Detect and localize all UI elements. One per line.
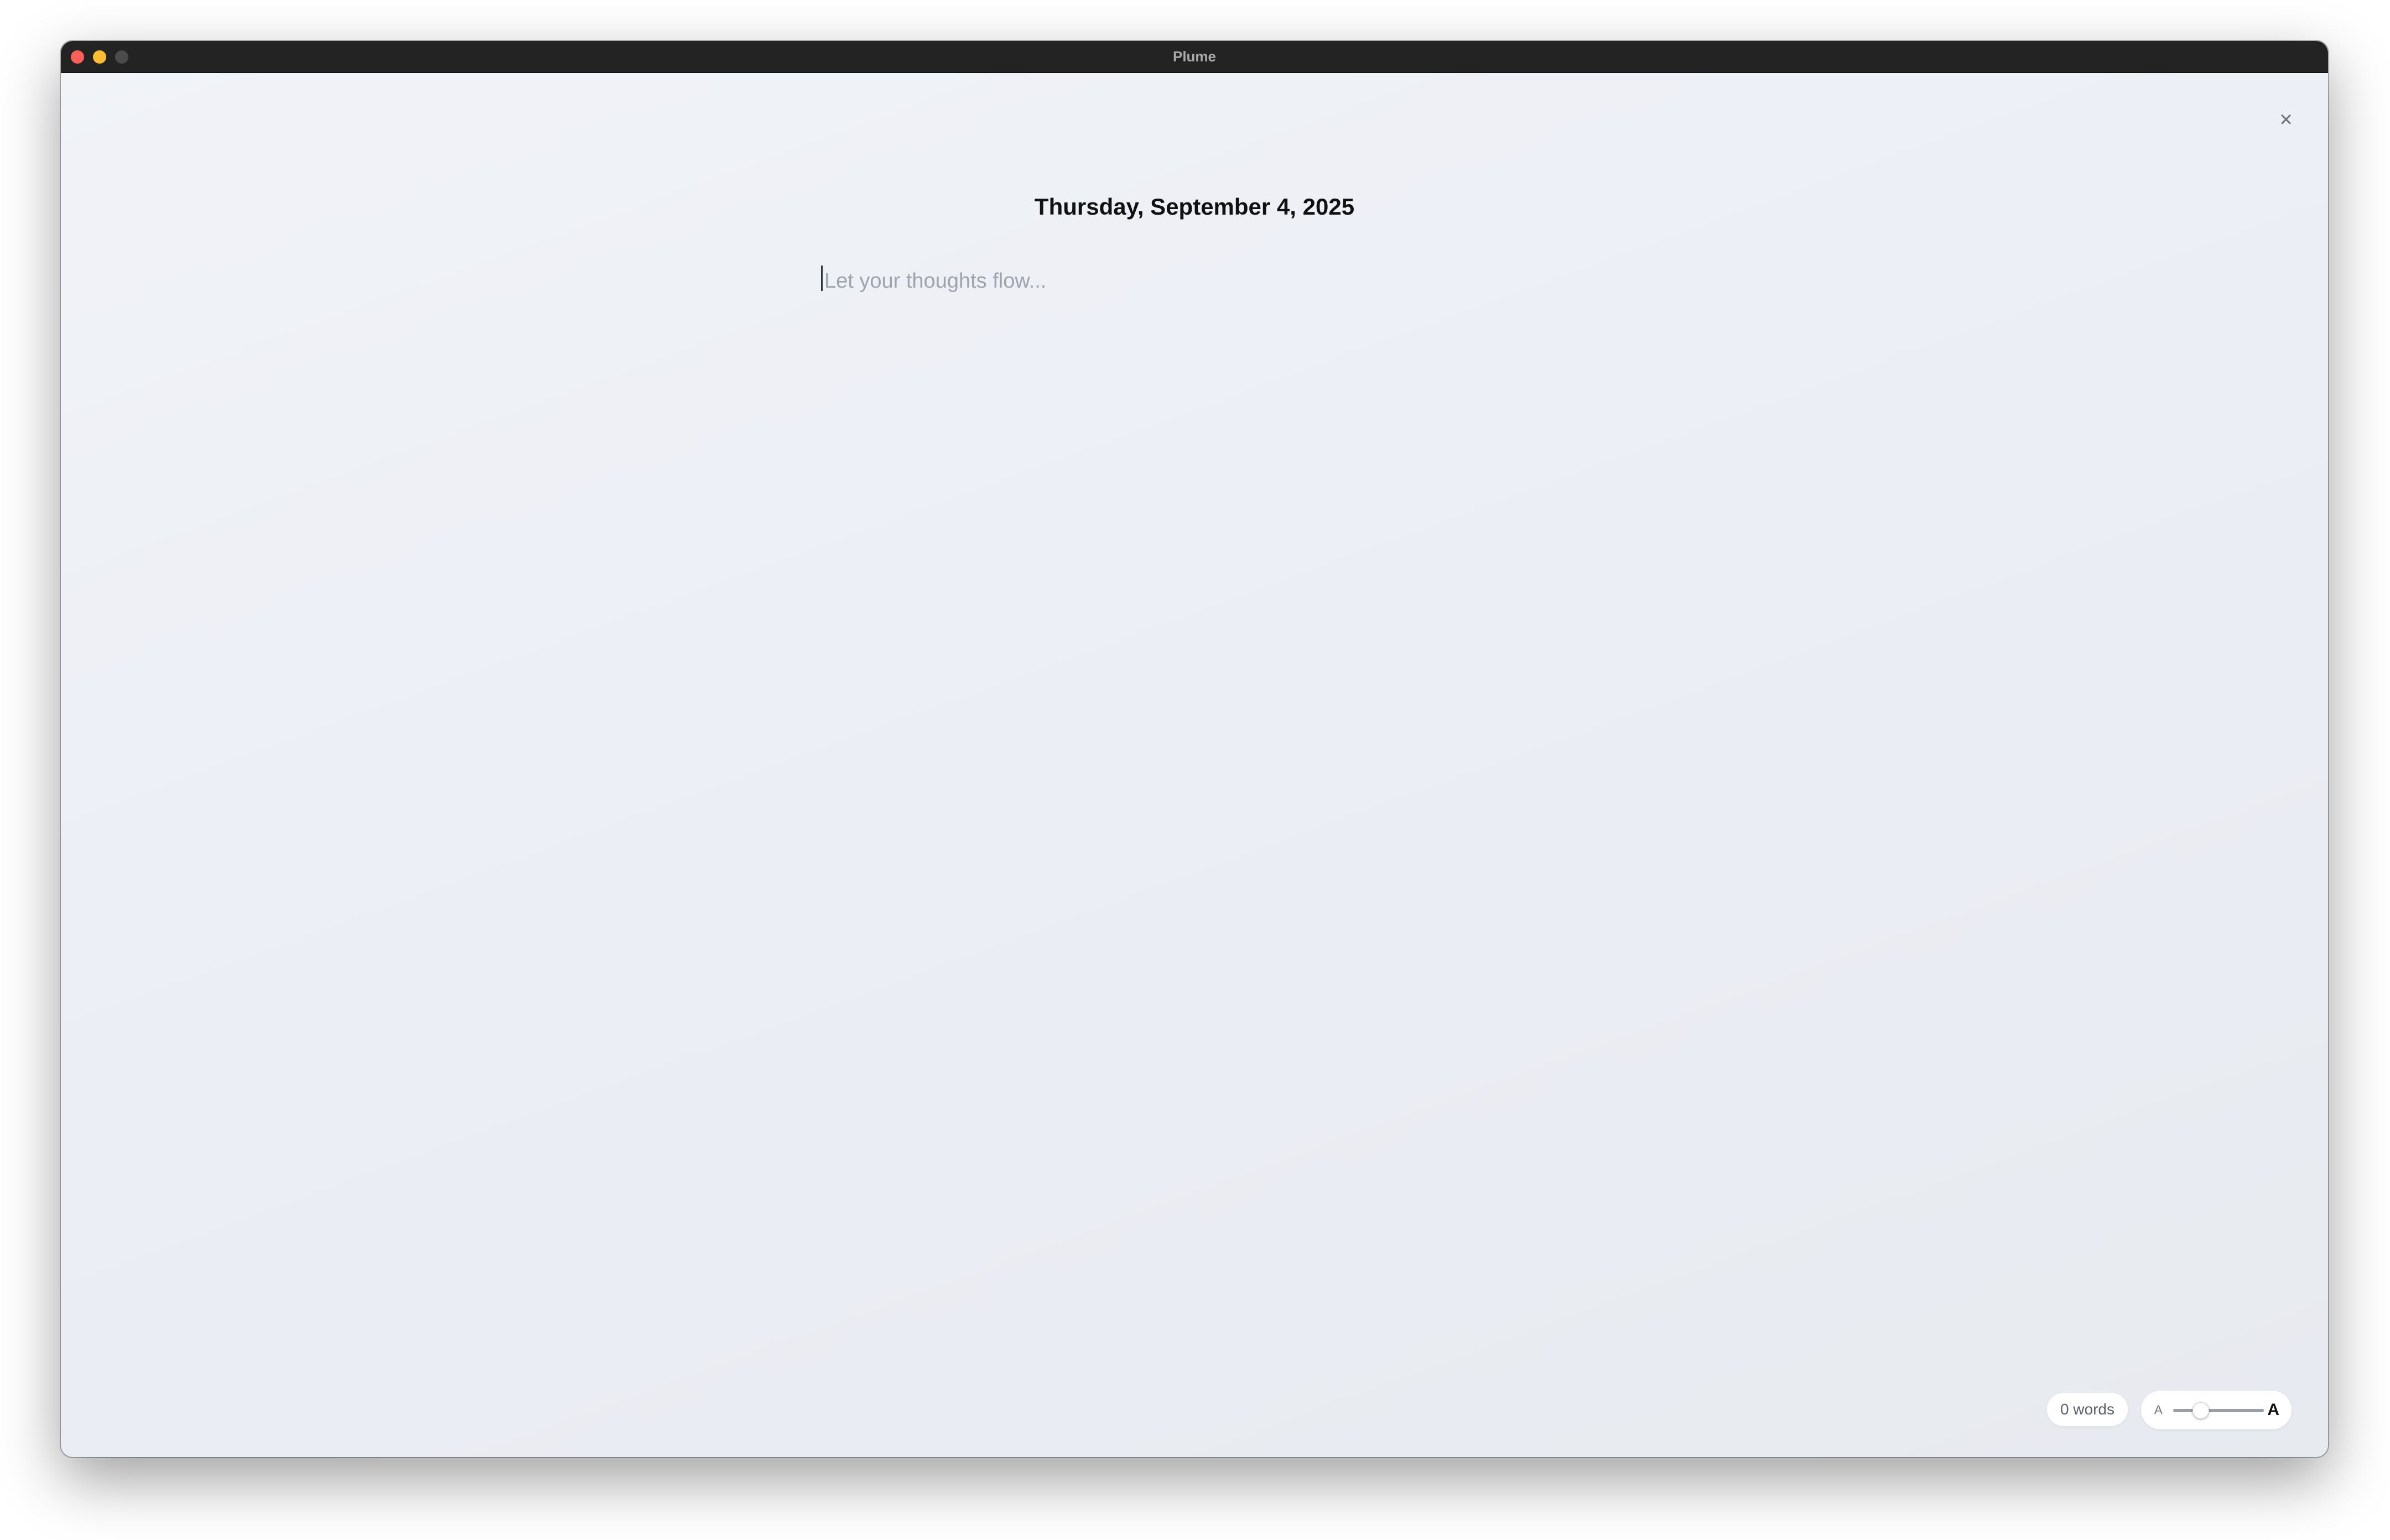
font-size-large-label: A — [2267, 1401, 2279, 1419]
editor-area: × Thursday, September 4, 2025 Let your t… — [61, 72, 2328, 1457]
font-size-slider-thumb[interactable] — [2192, 1402, 2210, 1419]
app-window: Plume × Thursday, September 4, 2025 Let … — [61, 41, 2328, 1457]
title-bar[interactable]: Plume — [61, 41, 2328, 73]
entry-date-heading: Thursday, September 4, 2025 — [1034, 194, 1355, 220]
font-size-control: A A — [2141, 1391, 2292, 1429]
font-size-small-label: A — [2154, 1403, 2163, 1417]
font-size-slider[interactable] — [2173, 1409, 2264, 1412]
close-icon[interactable]: × — [2275, 108, 2297, 131]
window-title: Plume — [1172, 48, 1217, 65]
word-count-badge: 0 words — [2046, 1393, 2128, 1426]
